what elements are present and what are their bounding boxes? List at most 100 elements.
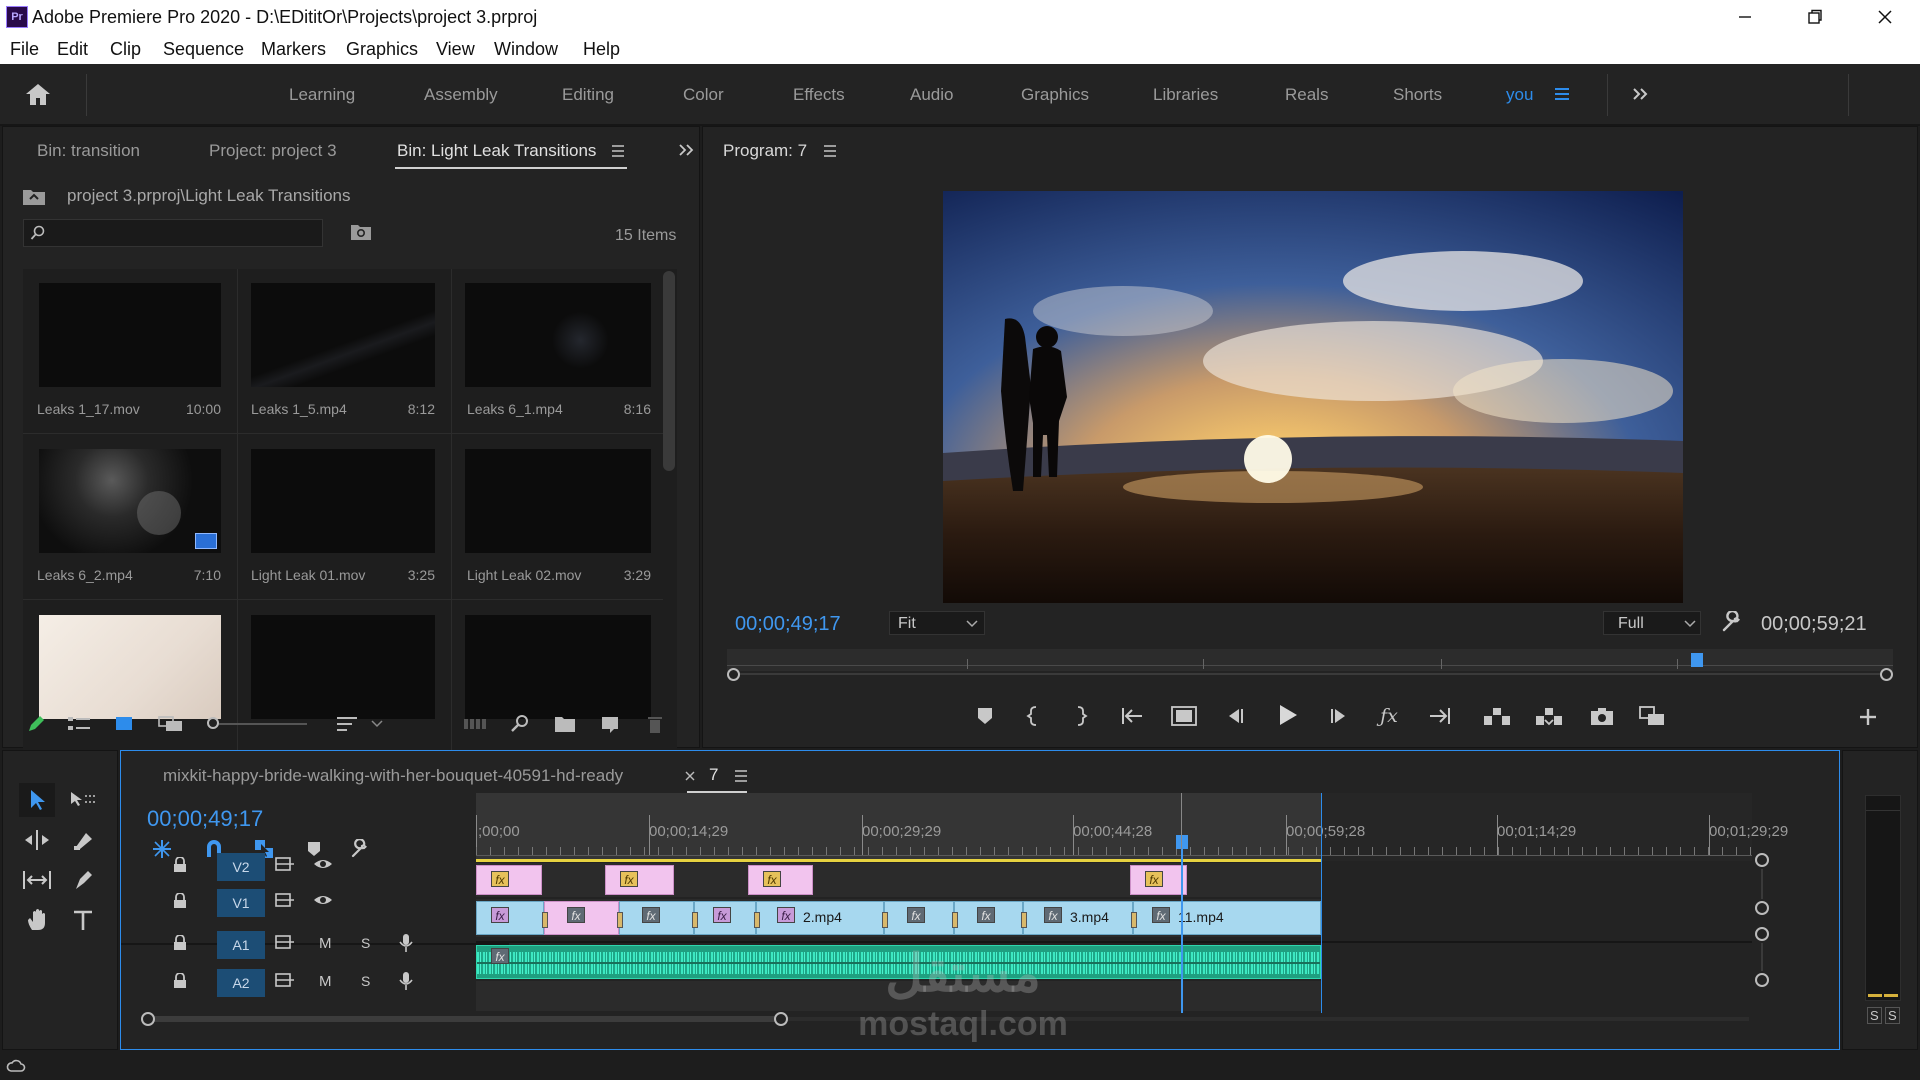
audio-track-zoom-handle[interactable] bbox=[1755, 973, 1769, 987]
sync-lock-a2-button[interactable] bbox=[275, 973, 299, 993]
lock-track-v1-button[interactable] bbox=[173, 893, 193, 915]
scrub-zoom-right-handle[interactable] bbox=[1880, 668, 1893, 681]
more-workspaces-button[interactable] bbox=[1628, 82, 1652, 106]
nest-toggle-button[interactable] bbox=[149, 837, 175, 861]
add-marker-button[interactable] bbox=[971, 701, 999, 731]
ripple-edit-tool-button[interactable] bbox=[19, 823, 55, 857]
track-target-v2[interactable]: V2 bbox=[217, 853, 265, 881]
timeline-clip[interactable]: fx bbox=[476, 901, 544, 935]
automate-to-sequence-button[interactable] bbox=[461, 711, 489, 737]
panel-overflow-button[interactable] bbox=[675, 139, 697, 161]
program-video-frame[interactable] bbox=[943, 191, 1683, 603]
sequence-tab-7[interactable]: 7 bbox=[709, 765, 718, 785]
restore-button[interactable] bbox=[1780, 0, 1850, 34]
track-target-a1[interactable]: A1 bbox=[217, 931, 265, 959]
video-track-zoom-handle[interactable] bbox=[1755, 901, 1769, 915]
list-view-button[interactable] bbox=[65, 711, 93, 737]
menu-edit[interactable]: Edit bbox=[57, 39, 88, 60]
slip-tool-button[interactable] bbox=[19, 863, 55, 897]
export-frame-button[interactable] bbox=[1587, 701, 1617, 731]
clip-thumbnail[interactable] bbox=[251, 283, 435, 387]
scroll-zoom-right-handle[interactable] bbox=[774, 1012, 788, 1026]
sort-icons-button[interactable] bbox=[333, 711, 361, 737]
timeline-clip[interactable]: fx bbox=[617, 901, 694, 935]
clip-thumbnail[interactable] bbox=[39, 449, 221, 553]
go-to-in-button[interactable] bbox=[1117, 701, 1147, 731]
clip-thumbnail[interactable] bbox=[39, 615, 221, 719]
timeline-clip[interactable]: fx bbox=[476, 865, 542, 895]
toggle-output-v2-button[interactable] bbox=[313, 857, 337, 877]
program-scrub-bar[interactable] bbox=[727, 645, 1893, 687]
minimize-button[interactable] bbox=[1710, 0, 1780, 34]
voiceover-a1-button[interactable] bbox=[399, 933, 419, 957]
menu-markers[interactable]: Markers bbox=[261, 39, 326, 60]
workspace-tab-shorts[interactable]: Shorts bbox=[1393, 85, 1442, 105]
workspace-tab-effects[interactable]: Effects bbox=[793, 85, 845, 105]
workspace-tab-graphics[interactable]: Graphics bbox=[1021, 85, 1089, 105]
menu-sequence[interactable]: Sequence bbox=[163, 39, 244, 60]
go-to-out-button[interactable] bbox=[1425, 701, 1455, 731]
zoom-level-dropdown[interactable]: Fit bbox=[889, 611, 985, 635]
sync-lock-a1-button[interactable] bbox=[275, 935, 299, 955]
timeline-clip[interactable]: fx 2.mp4 bbox=[754, 901, 884, 935]
program-playhead-marker[interactable] bbox=[1691, 653, 1703, 667]
clip-thumbnail[interactable] bbox=[465, 449, 651, 553]
mute-a1-button[interactable]: M bbox=[319, 935, 332, 952]
scroll-zoom-left-handle[interactable] bbox=[141, 1012, 155, 1026]
program-menu-button[interactable] bbox=[821, 143, 839, 159]
find-in-bin-button[interactable] bbox=[349, 221, 373, 243]
workspace-tab-audio[interactable]: Audio bbox=[910, 85, 953, 105]
timeline-clip[interactable]: fx bbox=[542, 901, 619, 935]
clip-thumbnail[interactable] bbox=[251, 615, 435, 719]
play-button[interactable] bbox=[1273, 699, 1303, 731]
timeline-track-area[interactable]: ;00;00 00;00;14;29 00;00;29;29 00;00;44;… bbox=[476, 793, 1788, 1029]
timeline-playhead-timecode[interactable]: 00;00;49;17 bbox=[147, 806, 263, 832]
bin-scrollbar[interactable] bbox=[663, 271, 675, 471]
workspace-tab-libraries[interactable]: Libraries bbox=[1153, 85, 1218, 105]
bin-search-field[interactable] bbox=[23, 219, 323, 247]
mute-a2-button[interactable]: M bbox=[319, 973, 332, 990]
track-target-a2[interactable]: A2 bbox=[217, 969, 265, 997]
settings-button[interactable] bbox=[1719, 609, 1745, 635]
video-track-zoom-handle[interactable] bbox=[1755, 853, 1769, 867]
safe-margins-button[interactable] bbox=[1169, 701, 1199, 731]
menu-graphics[interactable]: Graphics bbox=[346, 39, 418, 60]
workspace-tab-color[interactable]: Color bbox=[683, 85, 724, 105]
menu-view[interactable]: View bbox=[436, 39, 475, 60]
clip-thumbnail[interactable] bbox=[465, 615, 651, 719]
close-sequence-button[interactable] bbox=[683, 769, 697, 783]
timeline-menu-button[interactable] bbox=[733, 769, 749, 783]
effects-toggle-button[interactable]: ƒx bbox=[1375, 701, 1403, 731]
audio-track-zoom-handle[interactable] bbox=[1755, 927, 1769, 941]
timeline-clip[interactable]: fx bbox=[748, 865, 813, 895]
selection-tool-button[interactable] bbox=[19, 783, 55, 817]
sort-dropdown-button[interactable] bbox=[369, 715, 385, 733]
tab-bin-transition[interactable]: Bin: transition bbox=[37, 141, 140, 161]
solo-a1-button[interactable]: S bbox=[361, 935, 370, 951]
clear-button[interactable] bbox=[643, 711, 667, 737]
timeline-clip[interactable]: fx bbox=[952, 901, 1023, 935]
menu-file[interactable]: File bbox=[10, 39, 39, 60]
audio-clip[interactable]: fx bbox=[476, 945, 1321, 979]
solo-a2-button[interactable]: S bbox=[361, 973, 370, 989]
lock-track-a1-button[interactable] bbox=[173, 935, 193, 957]
type-tool-button[interactable] bbox=[65, 903, 101, 937]
workspace-tab-learning[interactable]: Learning bbox=[289, 85, 355, 105]
home-button[interactable] bbox=[20, 78, 56, 110]
timeline-clip[interactable]: fx 11.mp4 bbox=[1131, 901, 1321, 935]
tab-project[interactable]: Project: project 3 bbox=[209, 141, 337, 161]
new-item-button[interactable] bbox=[597, 711, 623, 737]
mark-out-button[interactable] bbox=[1067, 701, 1095, 731]
program-playhead-timecode[interactable]: 00;00;49;17 bbox=[735, 613, 841, 636]
mark-in-button[interactable] bbox=[1019, 701, 1047, 731]
freeform-view-button[interactable] bbox=[155, 711, 187, 737]
search-input[interactable] bbox=[52, 222, 316, 246]
thumbnail-zoom-slider[interactable] bbox=[207, 715, 307, 733]
sync-lock-v2-button[interactable] bbox=[275, 857, 299, 877]
playback-resolution-dropdown[interactable]: Full bbox=[1603, 611, 1701, 635]
clip-thumbnail[interactable] bbox=[39, 283, 221, 387]
button-editor-button[interactable] bbox=[1853, 703, 1883, 731]
creative-cloud-button[interactable] bbox=[4, 1055, 28, 1077]
new-bin-button[interactable] bbox=[551, 711, 579, 737]
timeline-playhead-handle[interactable] bbox=[1176, 835, 1188, 849]
